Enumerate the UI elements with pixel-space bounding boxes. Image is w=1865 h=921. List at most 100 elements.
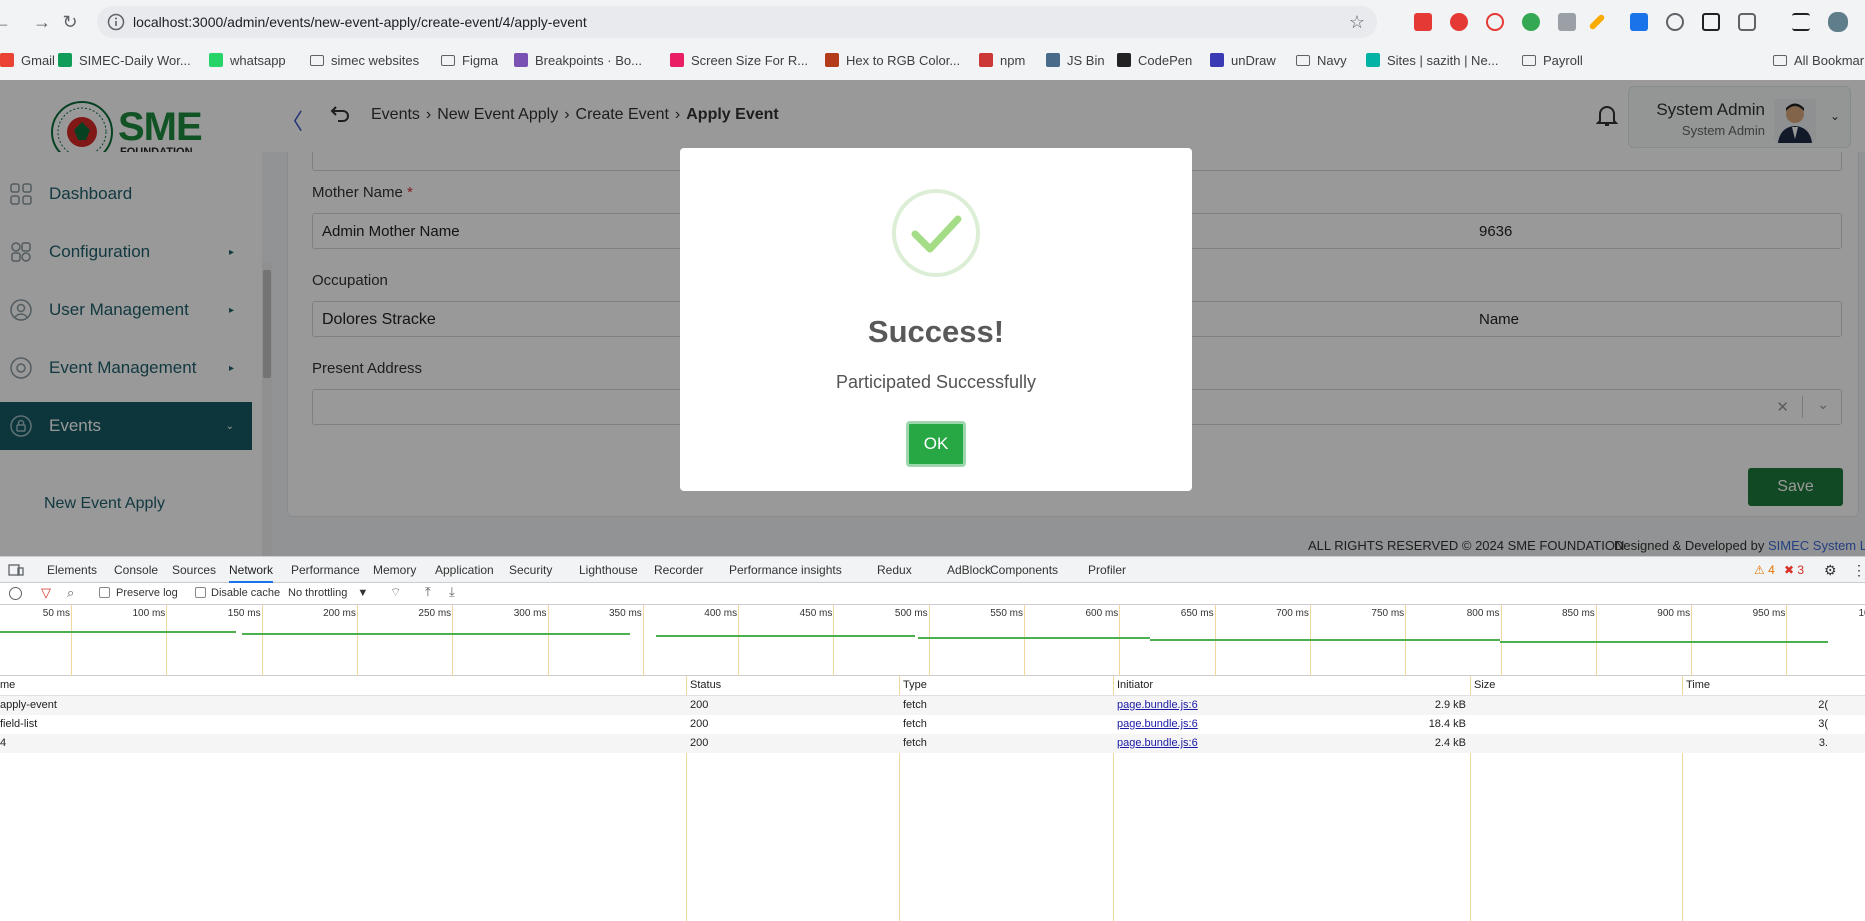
media-control-icon[interactable]	[1792, 13, 1810, 31]
column-size-header[interactable]: Size	[1474, 679, 1495, 691]
bookmark-label: unDraw	[1231, 52, 1276, 68]
cell-time: 2(	[1818, 699, 1828, 711]
camera-extension-icon[interactable]	[1558, 13, 1576, 31]
table-row[interactable]: field-list 200 fetch page.bundle.js:6 18.4 k…	[0, 715, 1865, 734]
reload-icon[interactable]: ↻	[58, 10, 82, 34]
gmail-icon	[0, 53, 14, 67]
preserve-log-checkbox[interactable]	[99, 587, 110, 598]
clear-log-icon[interactable]	[9, 587, 22, 600]
timeline-tick-label: 300 ms	[513, 608, 547, 619]
extension-icon[interactable]	[1414, 13, 1432, 31]
devtools-tab-performance-insights[interactable]: Performance insights	[729, 557, 842, 583]
network-conditions-icon[interactable]: ⌔	[390, 585, 401, 600]
table-row[interactable]: apply-event 200 fetch page.bundle.js:6 2.9 k…	[0, 696, 1865, 715]
throttling-select[interactable]: No throttling ▼	[288, 587, 368, 599]
export-har-icon[interactable]: ⤓	[449, 584, 455, 600]
bookmark-item[interactable]: Hex to RGB Color...	[825, 48, 960, 72]
timeline-tick-label: 150 ms	[227, 608, 261, 619]
bookmark-item[interactable]: Navy	[1296, 48, 1347, 72]
device-toolbar-icon[interactable]	[8, 557, 24, 583]
search-icon[interactable]: ⌕	[67, 585, 74, 601]
extension-icon[interactable]	[1630, 13, 1648, 31]
settings-gear-icon[interactable]: ⚙	[1824, 557, 1837, 583]
profile-avatar-icon[interactable]	[1828, 12, 1848, 32]
devtools-tabbar: Elements Console Sources Network Performance…	[0, 557, 1865, 583]
back-icon[interactable]: ←	[0, 10, 14, 34]
bookmark-item[interactable]: Payroll	[1522, 48, 1583, 72]
folder-icon	[441, 54, 455, 66]
devtools-tab-lighthouse[interactable]: Lighthouse	[579, 557, 638, 583]
timeline-request-bar	[656, 635, 915, 637]
errors-count[interactable]: ✖ 3	[1784, 557, 1804, 583]
address-bar-row: ← → ↻ localhost:3000/admin/events/new-ev…	[0, 0, 1865, 44]
timeline-tick: 250 ms	[418, 605, 454, 676]
extensions-puzzle-icon[interactable]	[1738, 13, 1756, 31]
bookmark-item[interactable]: Sites | sazith | Ne...	[1366, 48, 1499, 72]
omnibox[interactable]: localhost:3000/admin/events/new-event-ap…	[97, 6, 1377, 38]
bookmark-item[interactable]: whatsapp	[209, 48, 286, 72]
devtools-tab-elements[interactable]: Elements	[47, 557, 97, 583]
folder-icon	[1522, 54, 1536, 66]
devtools-tab-sources[interactable]: Sources	[172, 557, 216, 583]
timeline-tick-label: 550 ms	[990, 608, 1023, 619]
network-timeline-overview: 50 ms 100 ms 150 ms 200 ms 250 ms 300 ms 350 m…	[0, 605, 1865, 676]
timeline-tick: 550 ms	[990, 605, 1025, 676]
devtools-tab-redux[interactable]: Redux	[877, 557, 912, 583]
table-row[interactable]: 4 200 fetch page.bundle.js:6 2.4 kB 3.	[0, 734, 1865, 753]
column-initiator-header[interactable]: Initiator	[1117, 679, 1153, 691]
extension-icon[interactable]	[1522, 13, 1540, 31]
column-name-header[interactable]: me	[0, 679, 15, 691]
timeline-tick-label: 750 ms	[1371, 608, 1405, 619]
globe-extension-icon[interactable]	[1666, 13, 1684, 31]
cell-initiator[interactable]: page.bundle.js:6	[1117, 699, 1198, 711]
cell-initiator[interactable]: page.bundle.js:6	[1117, 737, 1198, 749]
cell-status: 200	[690, 737, 709, 749]
browser-chrome: ← → ↻ localhost:3000/admin/events/new-ev…	[0, 0, 1865, 80]
devtools-tab-memory[interactable]: Memory	[373, 557, 416, 583]
warnings-count[interactable]: ⚠ 4	[1754, 557, 1775, 583]
devtools-tab-performance[interactable]: Performance	[291, 557, 360, 583]
extension-icon[interactable]	[1486, 13, 1504, 31]
url-text[interactable]: localhost:3000/admin/events/new-event-ap…	[133, 14, 587, 30]
more-menu-icon[interactable]: ⋮	[1852, 557, 1865, 583]
timeline-tick: 500 ms	[895, 605, 930, 676]
picture-in-picture-icon[interactable]	[1702, 13, 1720, 31]
filter-icon[interactable]: ▽	[41, 585, 51, 601]
bookmark-item[interactable]: SIMEC-Daily Wor...	[58, 48, 191, 72]
bookmark-item[interactable]: JS Bin	[1046, 48, 1105, 72]
bookmark-label: Breakpoints · Bo...	[535, 52, 642, 68]
bookmark-star-icon[interactable]: ☆	[1349, 12, 1365, 33]
column-type-header[interactable]: Type	[903, 679, 927, 691]
devtools-tab-recorder[interactable]: Recorder	[654, 557, 703, 583]
devtools-tab-network[interactable]: Network	[229, 557, 274, 583]
sheets-icon	[58, 53, 72, 67]
timeline-tick-label: 350 ms	[609, 608, 642, 619]
bookmark-item[interactable]: Breakpoints · Bo...	[514, 48, 642, 72]
color-picker-extension-icon[interactable]	[1588, 13, 1606, 31]
site-info-icon[interactable]	[107, 13, 125, 31]
column-status-header[interactable]: Status	[690, 679, 721, 691]
bookmark-item[interactable]: Gmail	[0, 48, 55, 72]
forward-icon[interactable]: →	[30, 10, 54, 34]
devtools-tab-components[interactable]: Components	[990, 557, 1058, 583]
devtools-tab-application[interactable]: Application	[435, 557, 494, 583]
column-time-header[interactable]: Time	[1686, 679, 1710, 691]
extension-icon[interactable]	[1450, 13, 1468, 31]
bookmark-item[interactable]: simec websites	[310, 48, 419, 72]
hex-rgb-icon	[825, 53, 839, 67]
devtools-tab-security[interactable]: Security	[509, 557, 552, 583]
ok-button[interactable]: OK	[906, 421, 966, 467]
bookmark-item[interactable]: CodePen	[1117, 48, 1192, 72]
devtools-tab-profiler[interactable]: Profiler	[1088, 557, 1126, 583]
disable-cache-checkbox[interactable]	[195, 587, 206, 598]
devtools-tab-console[interactable]: Console	[114, 557, 158, 583]
devtools-tab-adblock[interactable]: AdBlock	[947, 557, 991, 583]
bookmark-item[interactable]: All Bookmarks	[1773, 48, 1865, 72]
bookmark-item[interactable]: Screen Size For R...	[670, 48, 808, 72]
cell-name: field-list	[0, 718, 38, 730]
bookmark-item[interactable]: unDraw	[1210, 48, 1276, 72]
bookmark-item[interactable]: Figma	[441, 48, 498, 72]
cell-initiator[interactable]: page.bundle.js:6	[1117, 718, 1198, 730]
import-har-icon[interactable]: ⤒	[425, 584, 431, 600]
bookmark-item[interactable]: npm	[979, 48, 1025, 72]
